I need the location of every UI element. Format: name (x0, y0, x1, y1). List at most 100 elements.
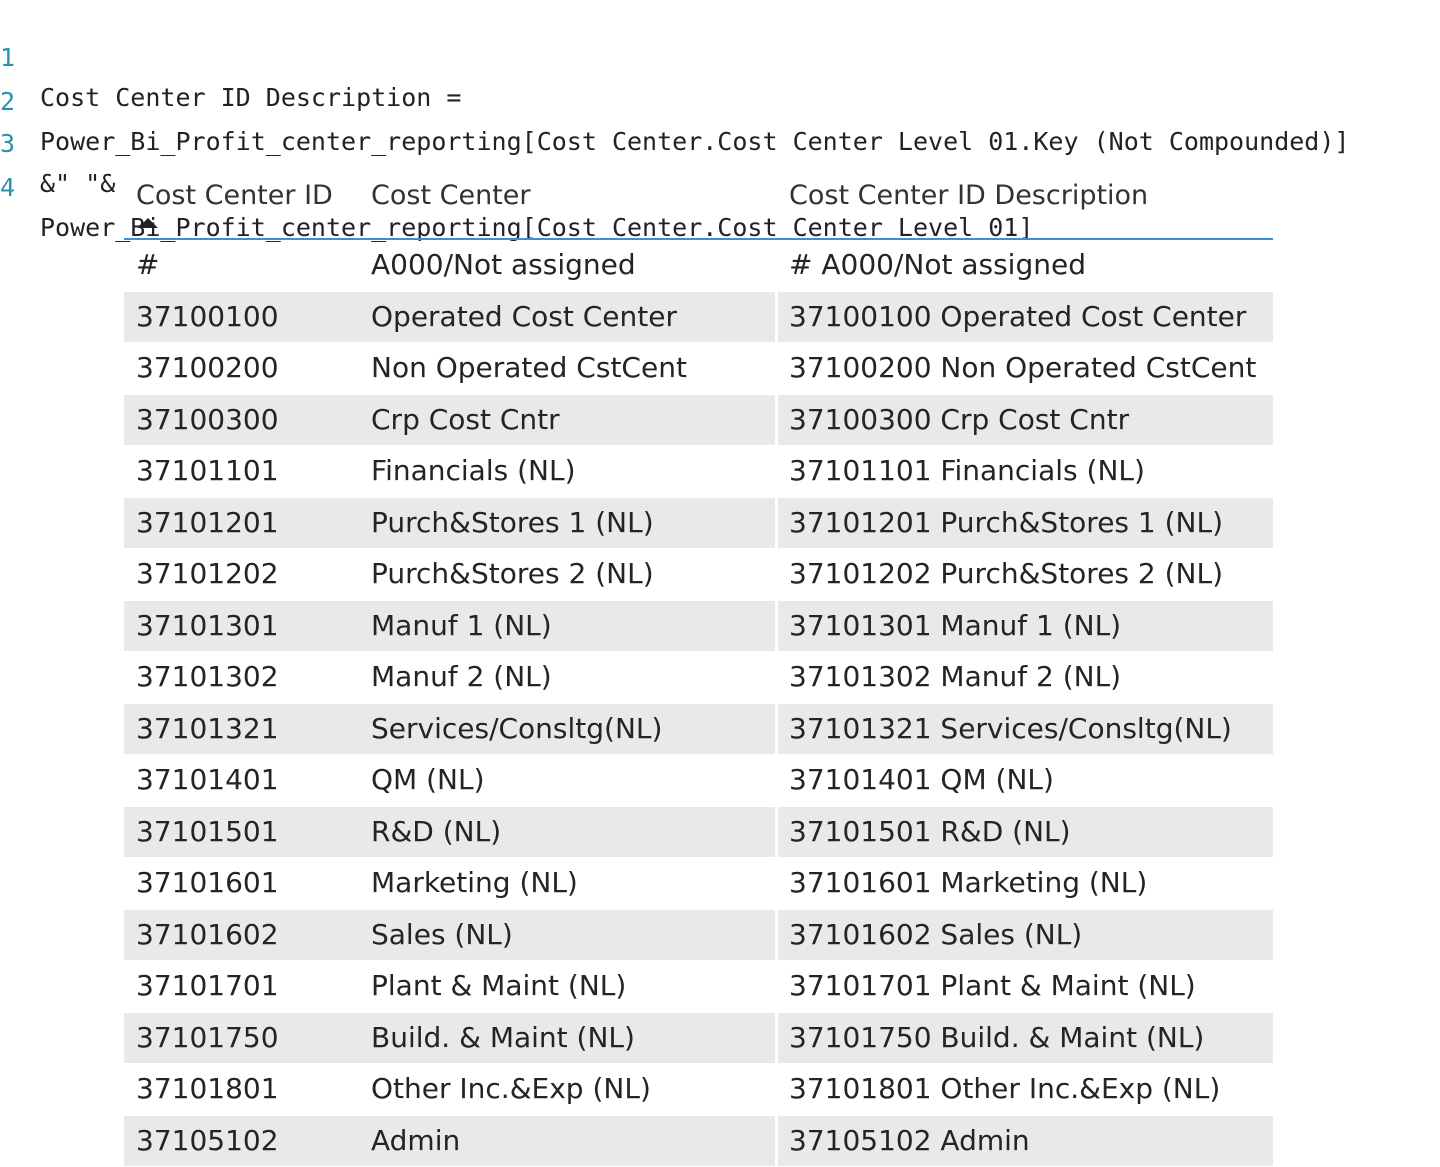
cost-center-id-cell: 37101301 (136, 608, 279, 644)
cost-center-cell: Manuf 2 (NL) (371, 659, 552, 695)
cost-center-cell: Purch&Stores 1 (NL) (371, 505, 654, 541)
cost-center-id-cell: 37101401 (136, 762, 279, 798)
table-row[interactable]: 37101101Financials (NL)37101101 Financia… (124, 446, 1273, 498)
column-divider (775, 446, 778, 497)
column-divider (775, 652, 778, 703)
column-divider (775, 240, 778, 291)
cost-center-id-cell: 37105102 (136, 1123, 279, 1159)
cost-center-id-cell: 37101601 (136, 865, 279, 901)
cost-center-cell: A000/Not assigned (371, 247, 636, 283)
cost-center-cell: Manuf 1 (NL) (371, 608, 552, 644)
column-divider (775, 1013, 778, 1064)
cost-center-cell: Financials (NL) (371, 453, 576, 489)
column-divider (775, 910, 778, 961)
cost-center-id-description-cell: 37101501 R&D (NL) (789, 814, 1071, 850)
code-line: 2 Power_Bi_Profit_center_reporting[Cost … (0, 42, 60, 82)
table-row[interactable]: 37101401 QM (NL) 37101401 QM (NL) (124, 755, 1273, 807)
cost-center-id-description-cell: 37101201 Purch&Stores 1 (NL) (789, 505, 1223, 541)
cost-center-id-description-cell: 37101602 Sales (NL) (789, 917, 1082, 953)
column-divider (775, 704, 778, 755)
cost-center-cell: Services/Consltg(NL) (371, 711, 662, 747)
cost-center-id-description-cell: 37101302 Manuf 2 (NL) (789, 659, 1121, 695)
cost-center-id-description-cell: 37101202 Purch&Stores 2 (NL) (789, 556, 1223, 592)
column-header-cost-center[interactable]: Cost Center (371, 178, 530, 214)
sort-ascending-icon[interactable] (138, 218, 158, 228)
cost-center-id-cell: 37100300 (136, 402, 279, 438)
cost-center-id-cell: 37101801 (136, 1071, 279, 1107)
table-row[interactable]: 37100300 Crp Cost Cntr 37100300 Crp Cost C… (124, 395, 1273, 447)
cost-center-id-description-cell: 37100100 Operated Cost Center (789, 299, 1246, 335)
table-row[interactable]: 37101750 Build. & Maint (NL) 37101750 Buil… (124, 1013, 1273, 1065)
column-divider (775, 549, 778, 600)
table-row[interactable]: 37101202 Purch&Stores 2 (NL) 37101202 Purc… (124, 549, 1273, 601)
column-divider (775, 807, 778, 858)
column-divider (775, 343, 778, 394)
table-row[interactable]: 37101801 Other Inc.&Exp (NL) 37101801 Othe… (124, 1064, 1273, 1116)
cost-center-id-cell: 37101501 (136, 814, 279, 850)
cost-center-cell: QM (NL) (371, 762, 485, 798)
cost-center-id-description-cell: 37101321 Services/Consltg(NL) (789, 711, 1232, 747)
cost-center-id-description-cell: 37101801 Other Inc.&Exp (NL) (789, 1071, 1220, 1107)
table-row[interactable]: 37101501 R&D (NL) 37101501 R&D (NL) (124, 807, 1273, 859)
cost-center-id-description-cell: # A000/Not assigned (789, 247, 1086, 283)
cost-center-cell: Non Operated CstCent (371, 350, 687, 386)
code-text: Cost Center ID Description = (40, 78, 461, 118)
column-divider (775, 1116, 778, 1167)
table-row[interactable]: 37101321 Services/Consltg(NL) 37101321 Ser… (124, 704, 1273, 756)
cost-center-cell: Build. & Maint (NL) (371, 1020, 635, 1056)
table-body: # A000/Not assigned # A000/Not assigned 371… (124, 240, 1273, 1167)
data-table: Cost Center ID Cost Center Cost Center I… (124, 170, 1273, 1167)
table-row[interactable]: 37100200 Non Operated CstCent 37100200 Non… (124, 343, 1273, 395)
cost-center-id-cell: 37101302 (136, 659, 279, 695)
column-divider (775, 755, 778, 806)
cost-center-id-cell: 37101202 (136, 556, 279, 592)
table-row[interactable]: 37100100 Operated Cost Center 37100100 Ope… (124, 292, 1273, 344)
cost-center-id-cell: 37101101 (136, 453, 279, 489)
table-header: Cost Center ID Cost Center Cost Center I… (124, 170, 1273, 240)
code-line: 4 Power_Bi_Profit_center_reporting[Cost … (0, 128, 60, 168)
cost-center-id-cell: 37100200 (136, 350, 279, 386)
cost-center-id-cell: 37101602 (136, 917, 279, 953)
column-header-cost-center-id-description[interactable]: Cost Center ID Description (789, 178, 1148, 214)
code-line: 3 &" "& (0, 84, 60, 124)
cost-center-id-cell: 37101750 (136, 1020, 279, 1056)
code-line: 1 Cost Center ID Description = (0, 0, 60, 38)
cost-center-cell: Sales (NL) (371, 917, 513, 953)
cost-center-cell: Crp Cost Cntr (371, 402, 560, 438)
cost-center-id-description-cell: 37100200 Non Operated CstCent (789, 350, 1256, 386)
cost-center-id-cell: 37101201 (136, 505, 279, 541)
column-divider (775, 395, 778, 446)
column-divider (775, 292, 778, 343)
table-row[interactable]: 37101302 Manuf 2 (NL) 37101302 Manuf 2 (NL… (124, 652, 1273, 704)
cost-center-cell: Operated Cost Center (371, 299, 677, 335)
column-divider (775, 498, 778, 549)
cost-center-id-cell: 37100100 (136, 299, 279, 335)
table-row[interactable]: 37101602 Sales (NL) 37101602 Sales (NL) (124, 910, 1273, 962)
column-divider (775, 1064, 778, 1115)
cost-center-id-description-cell: 37101750 Build. & Maint (NL) (789, 1020, 1204, 1056)
table-row[interactable]: 37105102Admin37105102 Admin (124, 1116, 1273, 1167)
cost-center-cell: Other Inc.&Exp (NL) (371, 1071, 651, 1107)
table-row[interactable]: 37101301 Manuf 1 (NL) 37101301 Manuf 1 (NL… (124, 601, 1273, 653)
code-text: Power_Bi_Profit_center_reporting[Cost Ce… (40, 122, 1349, 162)
table-row[interactable]: 37101601 Marketing (NL) 37101601 Marketing… (124, 858, 1273, 910)
cost-center-cell: Purch&Stores 2 (NL) (371, 556, 654, 592)
cost-center-id-description-cell: 37101701 Plant & Maint (NL) (789, 968, 1196, 1004)
cost-center-id-description-cell: 37101401 QM (NL) (789, 762, 1054, 798)
table-row[interactable]: # A000/Not assigned # A000/Not assigned (124, 240, 1273, 292)
cost-center-id-cell: 37101701 (136, 968, 279, 1004)
cost-center-cell: R&D (NL) (371, 814, 501, 850)
cost-center-id-description-cell: 37100300 Crp Cost Cntr (789, 402, 1129, 438)
column-header-cost-center-id[interactable]: Cost Center ID (136, 178, 333, 214)
cost-center-id-description-cell: 37101301 Manuf 1 (NL) (789, 608, 1121, 644)
line-number: 4 (0, 168, 24, 208)
cost-center-cell: Marketing (NL) (371, 865, 578, 901)
table-row[interactable]: 37101701Plant & Maint (NL)37101701 Plant… (124, 961, 1273, 1013)
column-divider (775, 961, 778, 1012)
table-row[interactable]: 37101201 Purch&Stores 1 (NL) 37101201 Purc… (124, 498, 1273, 550)
cost-center-id-cell: 37101321 (136, 711, 279, 747)
cost-center-id-description-cell: 37101601 Marketing (NL) (789, 865, 1147, 901)
column-divider (775, 601, 778, 652)
cost-center-id-cell: # (136, 247, 159, 283)
column-divider (775, 858, 778, 909)
